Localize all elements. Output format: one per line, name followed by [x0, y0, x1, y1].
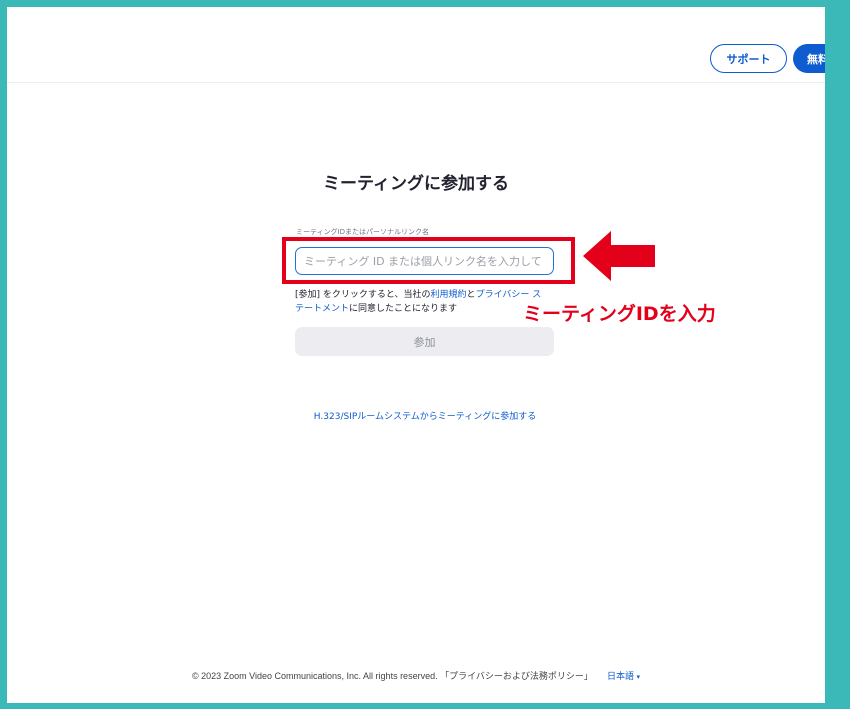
terms-connector: と: [466, 290, 476, 300]
join-button[interactable]: 参加: [295, 327, 554, 356]
terms-prefix: [参加] をクリックすると、当社の: [295, 290, 431, 300]
top-header: サポート 無料: [7, 7, 825, 83]
zoom-join-page: サポート 無料 ミーティングに参加する ミーティングIDまたはパーソナルリンク名…: [7, 7, 825, 703]
terms-suffix: に同意したことになります: [349, 304, 458, 314]
support-button[interactable]: サポート: [710, 44, 787, 73]
page-title: ミーティングに参加する: [323, 174, 509, 194]
annotation-label: ミーティングIDを入力: [523, 303, 716, 325]
terms-notice: [参加] をクリックすると、当社の利用規約とプライバシー ステートメントに同意し…: [295, 288, 550, 316]
chevron-down-icon[interactable]: ▾: [636, 674, 640, 681]
meeting-id-label: ミーティングIDまたはパーソナルリンク名: [296, 228, 430, 236]
language-selector[interactable]: 日本語: [607, 671, 634, 681]
left-arrow-icon: [583, 231, 655, 281]
h323-sip-join-link[interactable]: H.323/SIPルームシステムからミーティングに参加する: [7, 409, 825, 422]
privacy-legal-link[interactable]: 「プライバシーおよび法務ポリシー」: [440, 671, 593, 681]
copyright-text: © 2023 Zoom Video Communications, Inc. A…: [192, 671, 438, 681]
page-footer: © 2023 Zoom Video Communications, Inc. A…: [7, 669, 825, 682]
signup-free-button[interactable]: 無料: [793, 44, 825, 73]
terms-of-service-link[interactable]: 利用規約: [431, 290, 467, 300]
annotation-highlight-box: [282, 237, 575, 284]
